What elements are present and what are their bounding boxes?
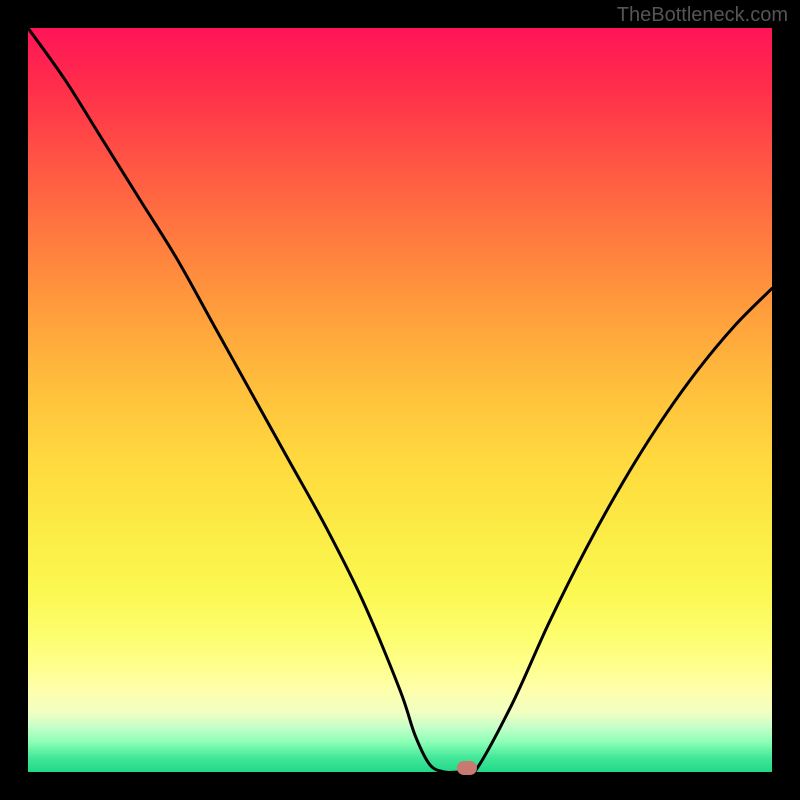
bottleneck-curve-svg xyxy=(28,28,772,772)
bottleneck-curve-path xyxy=(28,28,772,772)
watermark-text: TheBottleneck.com xyxy=(617,4,788,27)
optimal-point-marker xyxy=(457,761,477,775)
chart-container xyxy=(28,28,772,772)
